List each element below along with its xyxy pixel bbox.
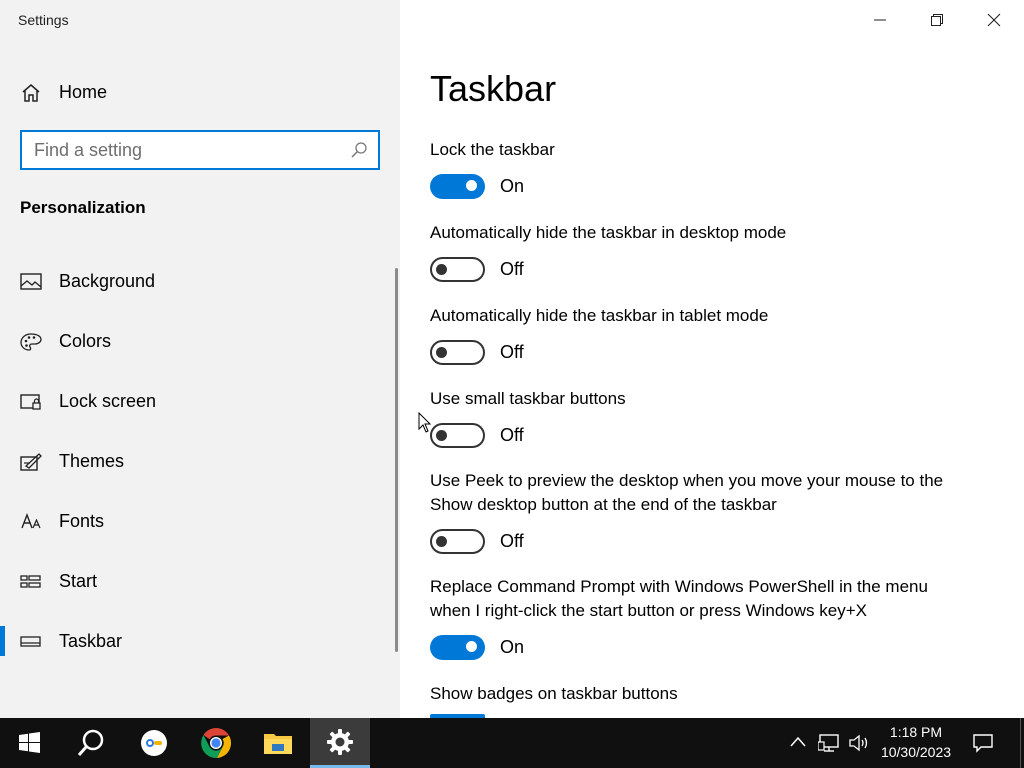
home-icon [22,84,40,102]
settings-window: Settings Home Personalization Background [0,0,1024,768]
windows-taskbar: 1:18 PM 10/30/2023 [0,718,1024,768]
toggle-autohide-tablet[interactable] [430,340,485,365]
sidebar-item-fonts[interactable]: Fonts [0,500,396,544]
search-input[interactable] [34,139,334,161]
media-app-icon [141,730,167,756]
clock-time: 1:18 PM [889,724,943,740]
toggle-autohide-desktop[interactable] [430,257,485,282]
toggle-small-buttons[interactable] [430,423,485,448]
taskbar-app-settings[interactable] [310,718,370,768]
home-nav-item[interactable]: Home [0,72,400,112]
taskbar-icon [20,636,41,647]
picture-icon [20,273,42,290]
minimize-icon [874,19,886,21]
file-explorer-icon [264,734,292,754]
sidebar-item-label: Background [59,271,156,291]
restore-button[interactable] [909,0,966,40]
sidebar-item-label: Themes [59,451,125,471]
setting-label-powershell: Replace Command Prompt with Windows Powe… [430,577,928,620]
home-label: Home [59,82,108,102]
taskbar-app-media[interactable] [124,718,184,768]
sidebar-item-taskbar[interactable]: Taskbar [0,620,396,664]
search-icon [77,729,104,756]
toggle-knob [466,180,477,191]
toggle-knob [436,536,447,547]
setting-label-peek: Use Peek to preview the desktop when you… [430,471,944,514]
volume-icon[interactable] [848,733,870,753]
app-title: Settings [18,12,69,28]
palette-icon [20,333,42,351]
windows-logo-icon [19,732,40,753]
sidebar-scrollbar[interactable] [395,268,398,652]
restore-icon [931,14,943,26]
toggle-state-peek: Off [500,531,524,551]
clock-date: 10/30/2023 [880,744,952,760]
toggle-state-lock-taskbar: On [500,176,525,196]
chevron-up-icon[interactable] [790,736,806,748]
sidebar-item-label: Lock screen [59,391,157,411]
page-title: Taskbar [430,68,557,109]
taskbar-app-file-explorer[interactable] [248,718,308,768]
settings-gear-icon [327,729,353,755]
themes-icon [20,453,42,471]
close-button[interactable] [966,0,1023,40]
close-icon [987,13,1001,27]
fonts-icon [21,513,41,529]
toggle-lock-taskbar[interactable] [430,174,485,199]
sidebar-item-lock-screen[interactable]: Lock screen [0,380,396,424]
mouse-cursor-icon [418,412,432,433]
search-box[interactable] [20,130,380,170]
setting-label-lock-taskbar: Lock the taskbar [430,140,555,159]
taskbar-search-button[interactable] [60,718,120,768]
network-icon[interactable] [818,733,840,753]
sidebar-item-label: Colors [59,331,112,351]
toggle-knob [436,430,447,441]
sidebar: Settings Home Personalization Background [0,0,400,718]
search-icon[interactable] [350,141,368,159]
sidebar-item-label: Start [59,571,98,591]
setting-label-badges: Show badges on taskbar buttons [430,684,678,703]
sidebar-item-start[interactable]: Start [0,560,396,604]
toggle-knob [466,641,477,652]
minimize-button[interactable] [852,0,909,40]
sidebar-item-label: Fonts [59,511,105,531]
sidebar-item-background[interactable]: Background [0,260,396,304]
setting-label-autohide-tablet: Automatically hide the taskbar in tablet… [430,306,769,325]
toggle-state-autohide-desktop: Off [500,259,524,279]
sidebar-item-label: Taskbar [59,631,123,651]
taskbar-app-chrome[interactable] [186,718,246,768]
setting-label-small-buttons: Use small taskbar buttons [430,389,626,408]
toggle-knob [436,347,447,358]
lock-screen-icon [20,394,41,410]
section-title: Personalization [20,198,146,217]
notifications-icon[interactable] [972,732,994,754]
setting-label-autohide-desktop: Automatically hide the taskbar in deskto… [430,223,787,242]
start-icon [20,575,41,588]
show-desktop-button[interactable] [1020,718,1024,768]
toggle-state-small-buttons: Off [500,425,524,445]
sidebar-item-themes[interactable]: Themes [0,440,396,484]
taskbar-clock[interactable]: 1:18 PM 10/30/2023 [872,722,960,762]
start-button[interactable] [0,718,60,768]
toggle-state-autohide-tablet: Off [500,342,524,362]
sidebar-item-colors[interactable]: Colors [0,320,396,364]
toggle-knob [436,264,447,275]
toggle-state-powershell: On [500,637,525,657]
chrome-icon [201,728,232,759]
toggle-powershell[interactable] [430,635,485,660]
toggle-peek[interactable] [430,529,485,554]
